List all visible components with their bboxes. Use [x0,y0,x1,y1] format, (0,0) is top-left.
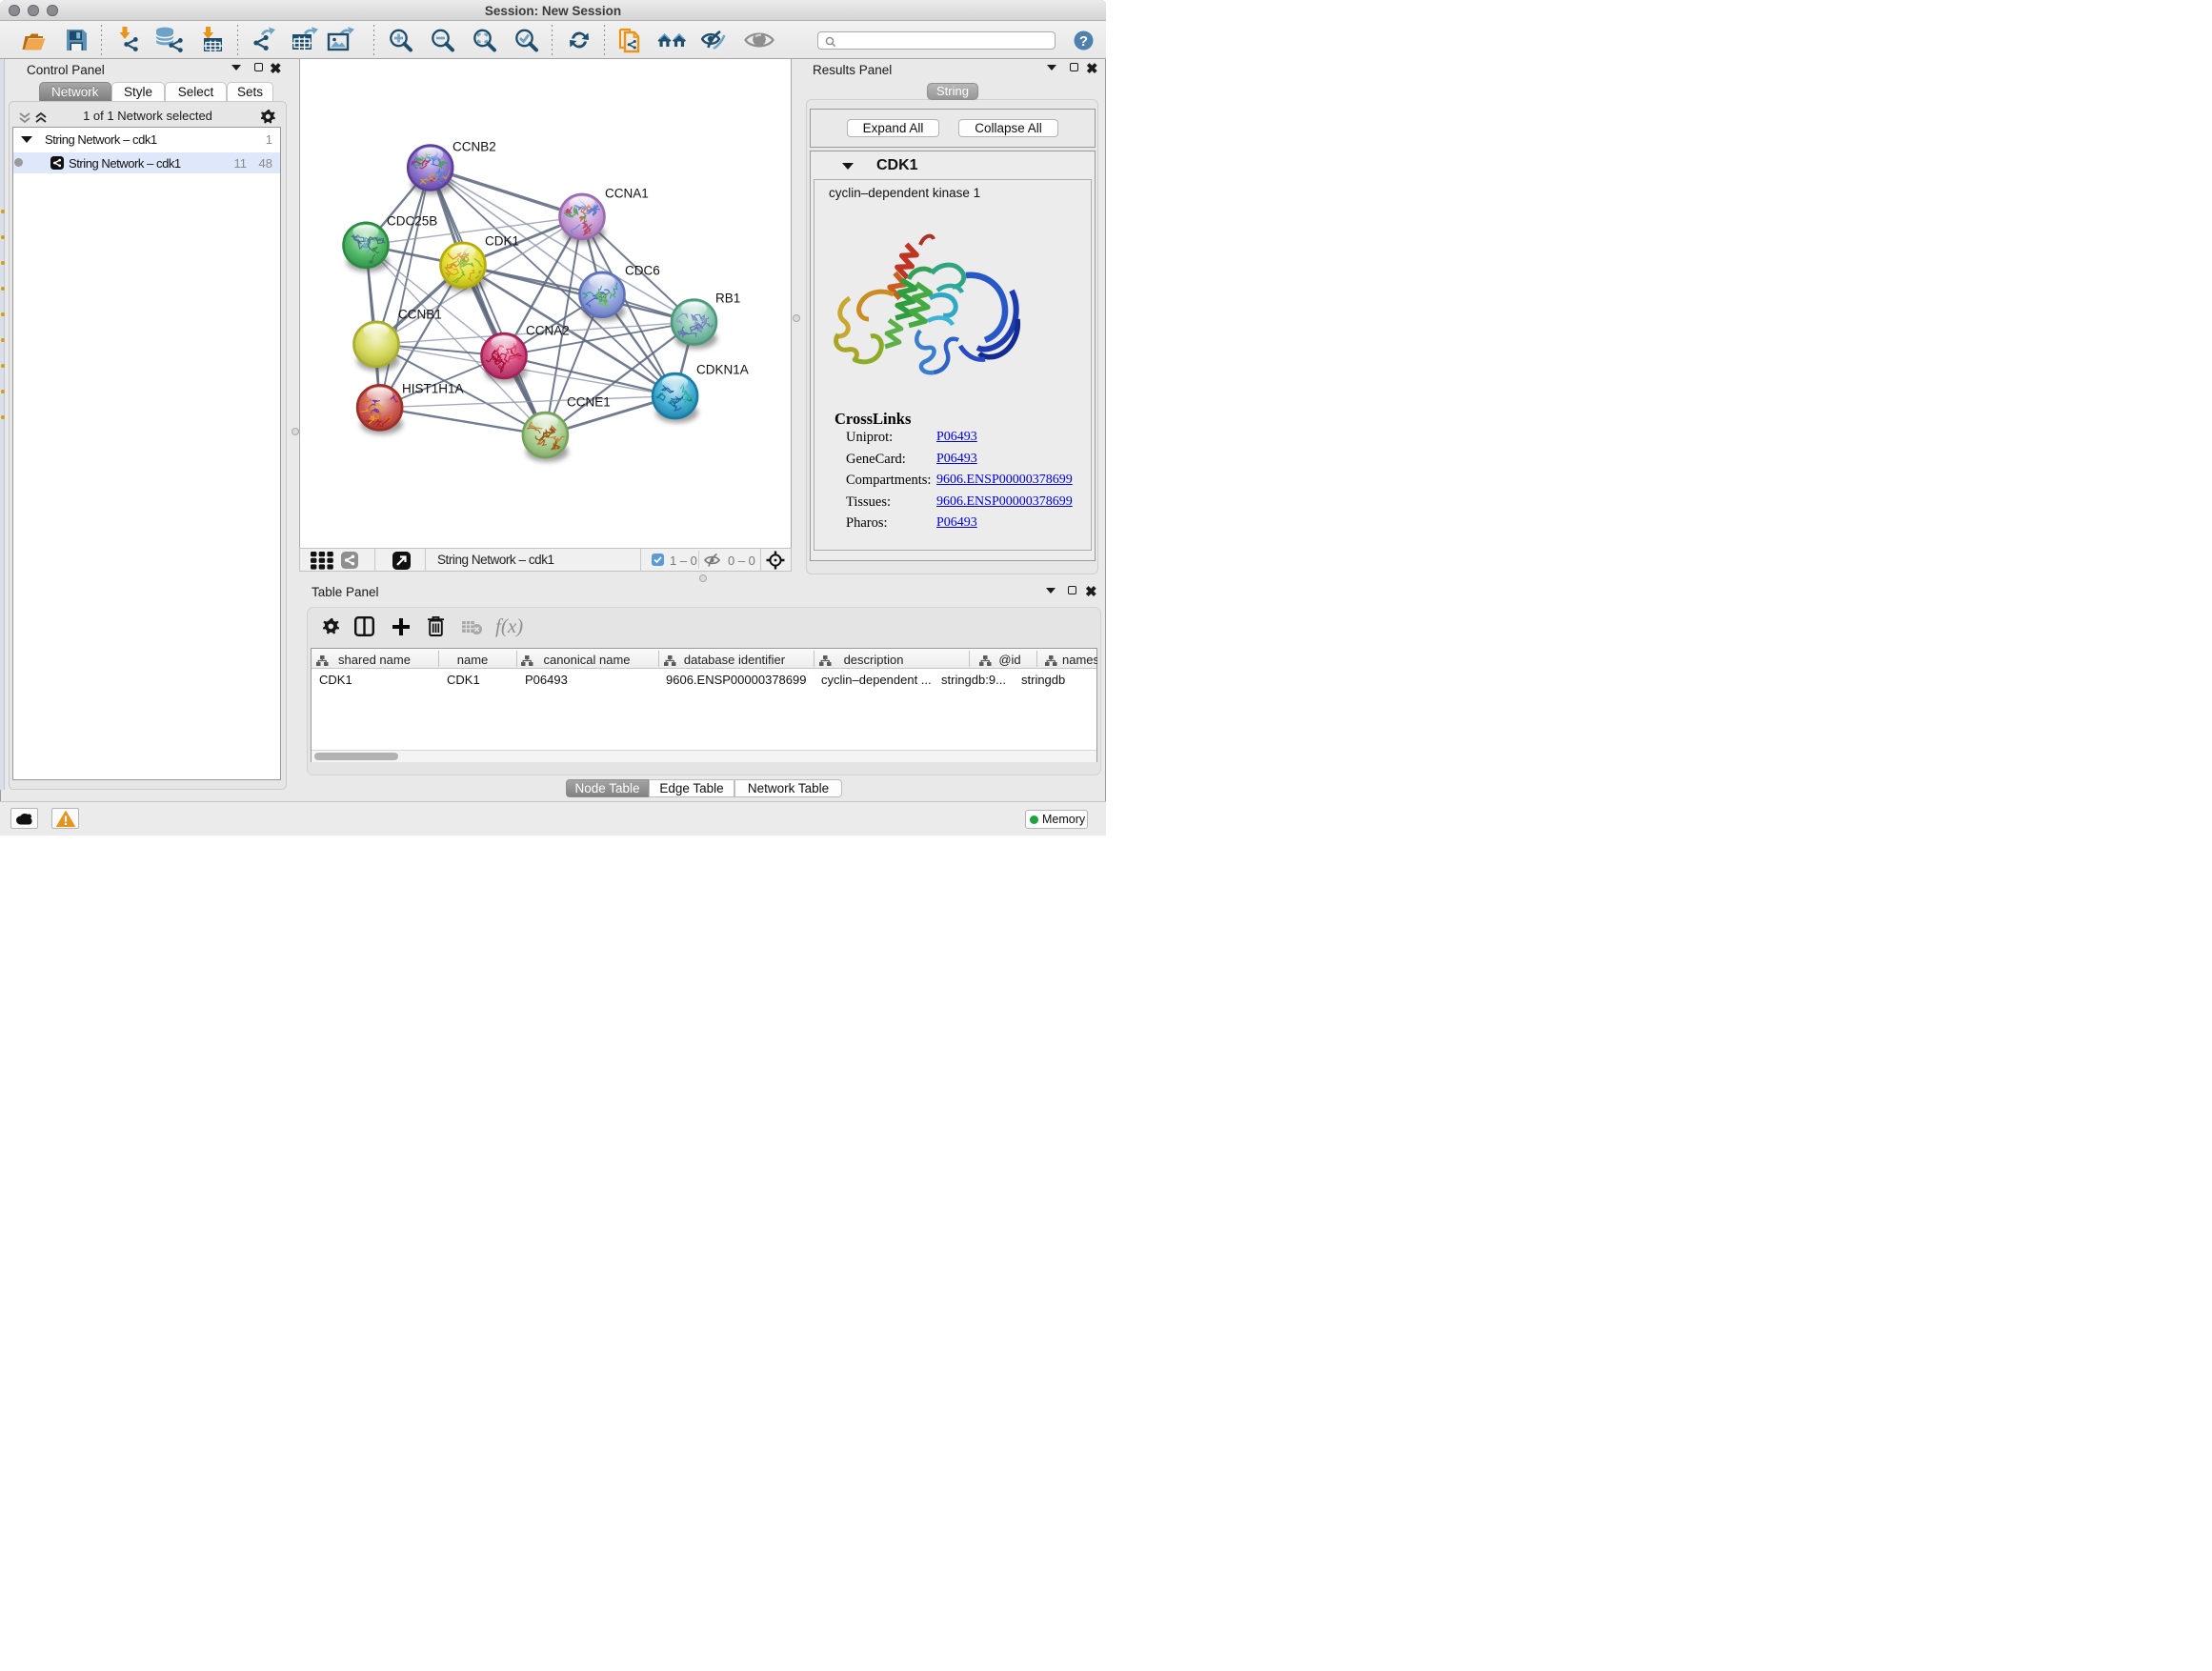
svg-text:CDC6: CDC6 [625,264,660,278]
svg-text:CDKN1A: CDKN1A [696,363,749,377]
svg-text:CDK1: CDK1 [485,234,519,249]
svg-text:CDC25B: CDC25B [387,214,437,229]
svg-text:CCNA2: CCNA2 [526,324,570,338]
svg-text:CCNB2: CCNB2 [452,140,496,154]
svg-text:CCNE1: CCNE1 [567,395,611,410]
svg-text:RB1: RB1 [715,292,740,306]
svg-text:CCNB1: CCNB1 [398,308,442,322]
svg-text:HIST1H1A: HIST1H1A [402,382,464,396]
svg-text:CCNA1: CCNA1 [605,187,649,201]
svg-text:?: ? [1079,33,1088,50]
